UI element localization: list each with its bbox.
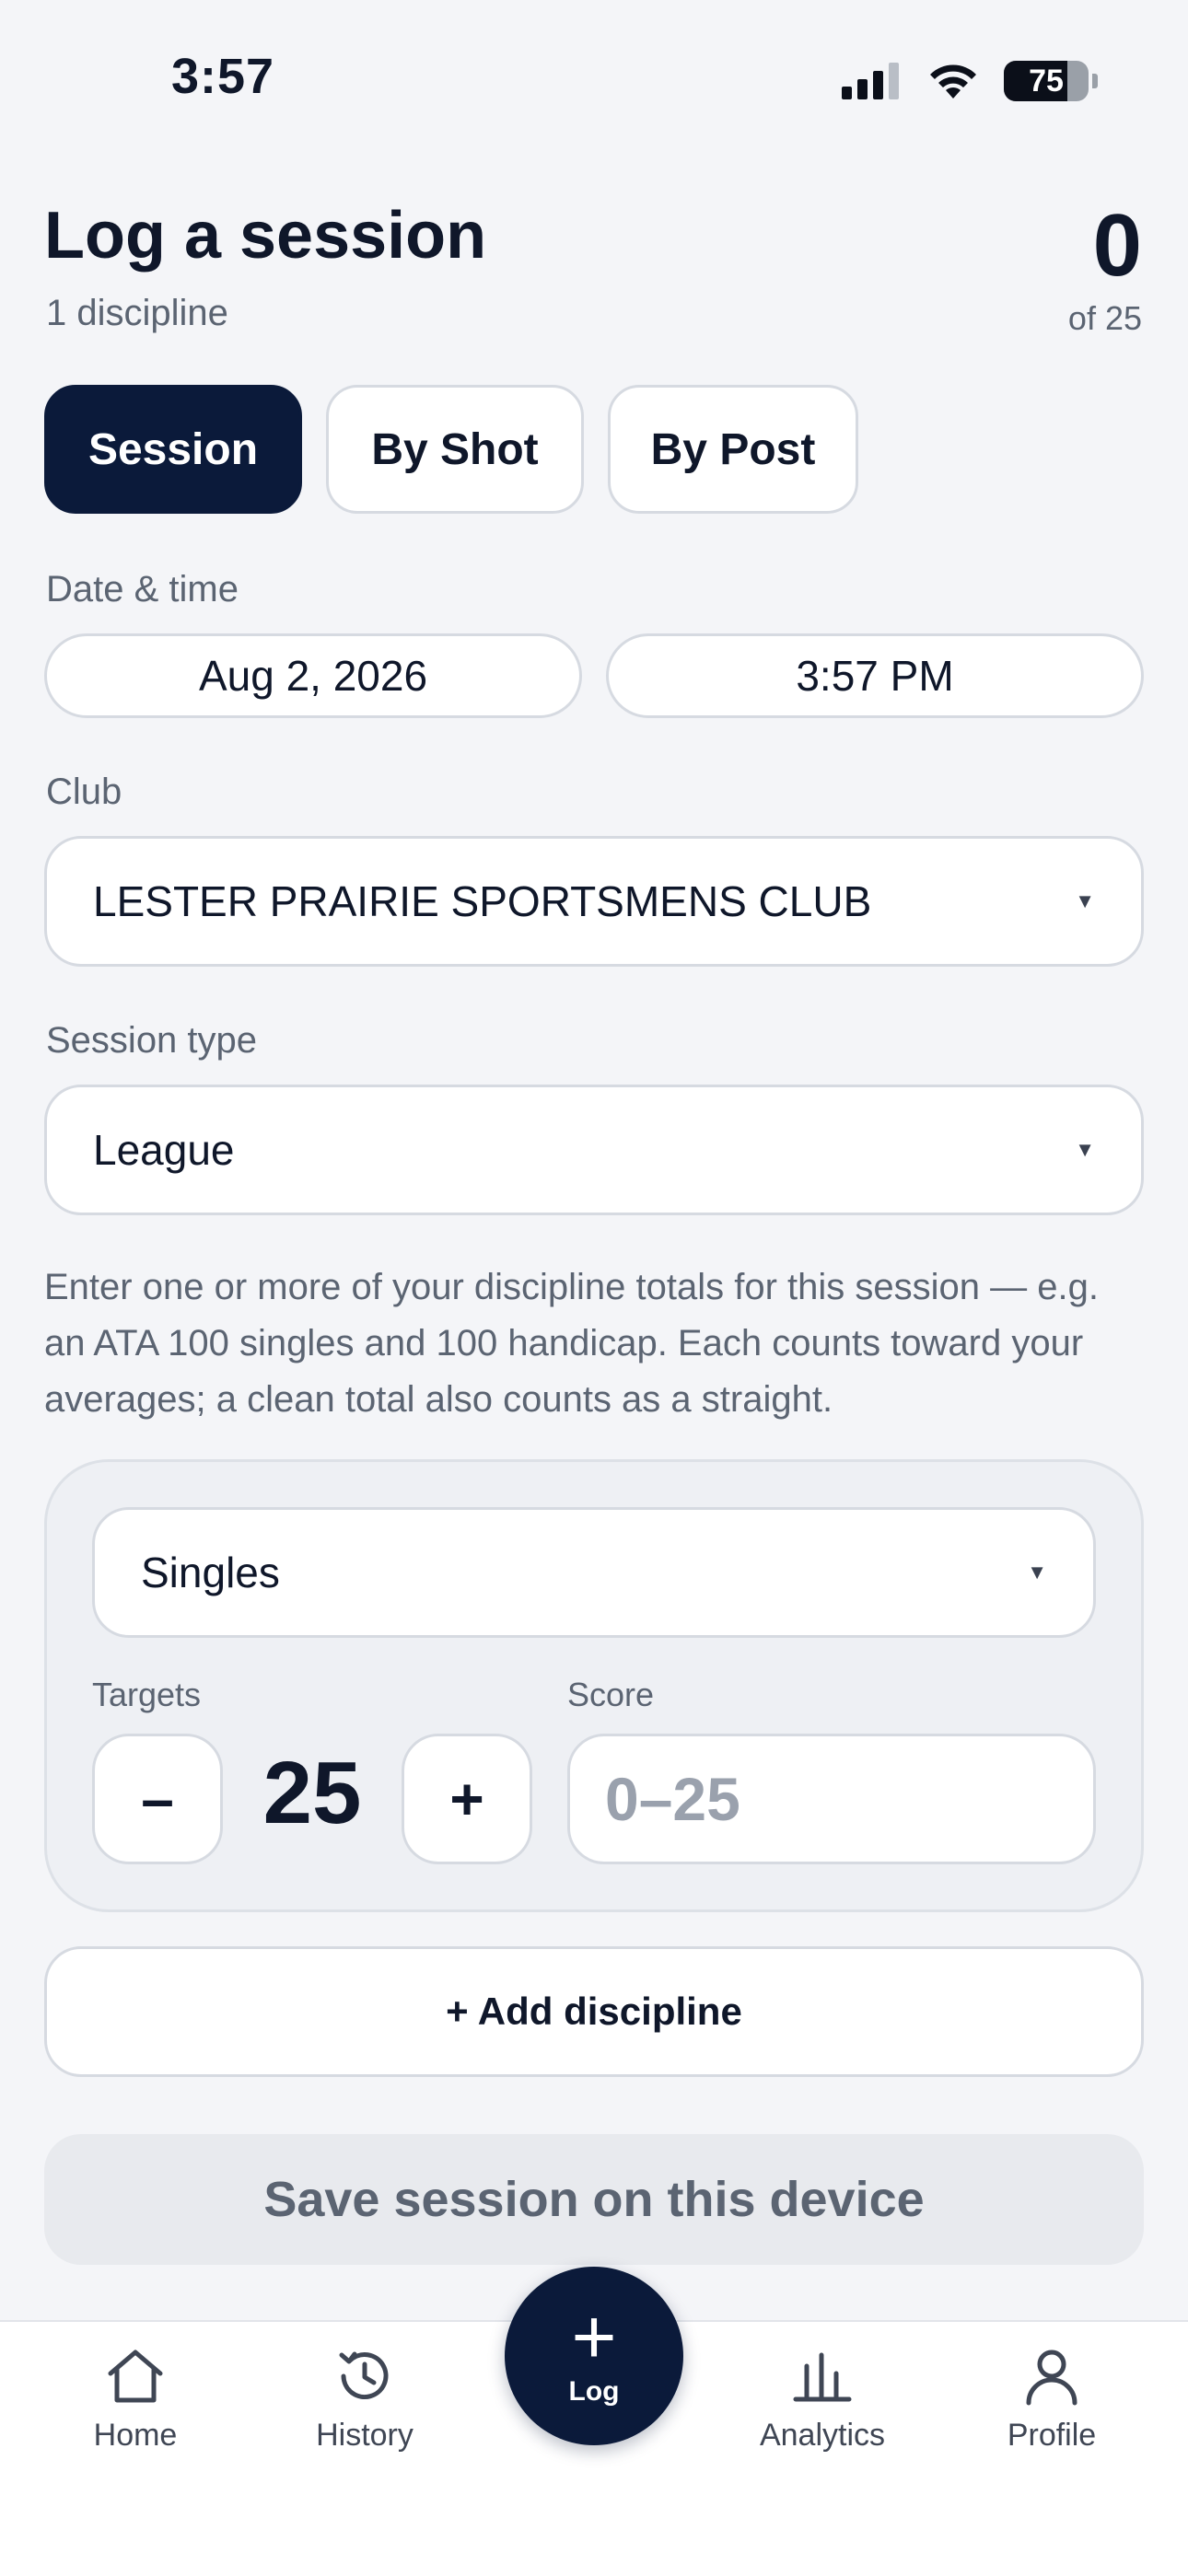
tab-history[interactable]: History xyxy=(273,2344,457,2454)
log-fab-label: Log xyxy=(568,2376,620,2407)
analytics-chart-icon xyxy=(793,2352,852,2402)
session-type-select-value: League xyxy=(93,1126,235,1174)
targets-label: Targets xyxy=(92,1676,202,1713)
caret-down-icon: ▼ xyxy=(1027,1561,1047,1584)
club-label: Club xyxy=(46,772,122,812)
caret-down-icon: ▼ xyxy=(1075,889,1095,912)
date-picker[interactable]: Aug 2, 2026 xyxy=(44,633,582,718)
club-select[interactable]: LESTER PRAIRIE SPORTSMENS CLUB ▼ xyxy=(44,836,1144,967)
tab-analytics[interactable]: Analytics xyxy=(730,2344,914,2454)
targets-value: 25 xyxy=(262,1744,362,1842)
log-fab-button[interactable]: + Log xyxy=(505,2267,683,2445)
score-label: Score xyxy=(567,1676,655,1713)
cellular-signal-icon xyxy=(842,63,899,99)
battery-icon: 75 xyxy=(1004,61,1089,101)
history-clock-icon xyxy=(339,2351,389,2400)
tab-history-label: History xyxy=(316,2418,413,2453)
caret-down-icon: ▼ xyxy=(1075,1138,1095,1161)
score-total: 0 xyxy=(1092,196,1142,295)
tab-home-label: Home xyxy=(93,2418,178,2453)
targets-decrement-button[interactable]: – xyxy=(92,1734,223,1864)
status-time: 3:57 xyxy=(171,49,275,104)
wifi-icon xyxy=(930,64,976,99)
tab-profile-label: Profile xyxy=(1007,2418,1097,2453)
battery-nub xyxy=(1092,74,1098,88)
mode-by-shot-button[interactable]: By Shot xyxy=(326,385,584,514)
add-discipline-button[interactable]: + Add discipline xyxy=(44,1946,1144,2077)
status-icons: 75 xyxy=(842,57,1098,105)
discipline-select[interactable]: Singles ▼ xyxy=(92,1507,1096,1638)
profile-person-icon xyxy=(1026,2350,1077,2406)
score-input[interactable] xyxy=(567,1734,1096,1864)
targets-increment-button[interactable]: + xyxy=(402,1734,532,1864)
discipline-select-value: Singles xyxy=(141,1549,280,1596)
save-session-button[interactable]: Save session on this device xyxy=(44,2134,1144,2265)
tab-home[interactable]: Home xyxy=(43,2344,227,2454)
tab-analytics-label: Analytics xyxy=(759,2418,886,2453)
club-select-value: LESTER PRAIRIE SPORTSMENS CLUB xyxy=(93,877,872,925)
tab-profile[interactable]: Profile xyxy=(960,2344,1144,2454)
date-time-label: Date & time xyxy=(46,569,239,609)
battery-level: 75 xyxy=(1029,63,1064,99)
plus-icon: + xyxy=(571,2293,617,2380)
help-text: Enter one or more of your discipline tot… xyxy=(44,1267,1099,1420)
session-type-label: Session type xyxy=(46,1020,258,1061)
mode-by-post-button[interactable]: By Post xyxy=(608,385,858,514)
score-total-of: of 25 xyxy=(1067,299,1142,337)
mode-selector: Session By Shot By Post xyxy=(44,385,858,514)
home-icon xyxy=(108,2350,163,2403)
discipline-count-subtitle: 1 discipline xyxy=(46,293,228,333)
page-title: Log a session xyxy=(44,199,487,273)
session-type-select[interactable]: League ▼ xyxy=(44,1085,1144,1215)
mode-session-button[interactable]: Session xyxy=(44,385,302,514)
time-picker[interactable]: 3:57 PM xyxy=(606,633,1144,718)
